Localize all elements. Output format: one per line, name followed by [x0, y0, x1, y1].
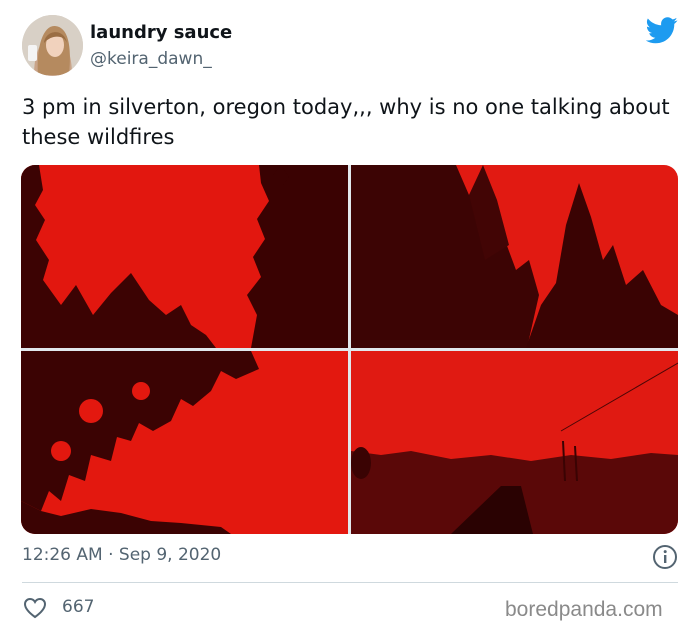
avatar-image	[22, 15, 83, 76]
wildfire-photo-1[interactable]	[21, 165, 348, 348]
tweet-text: 3 pm in silverton, oregon today,,, why i…	[22, 95, 670, 149]
user-handle[interactable]: @keira_dawn_	[90, 49, 212, 69]
source-watermark: boredpanda.com	[505, 598, 663, 621]
display-name[interactable]: laundry sauce	[90, 22, 232, 43]
divider	[22, 582, 678, 583]
avatar[interactable]	[22, 15, 83, 76]
info-icon[interactable]	[652, 544, 678, 570]
heart-icon[interactable]	[23, 597, 47, 619]
like-count[interactable]: 667	[62, 597, 94, 617]
wildfire-photo-3[interactable]	[21, 351, 348, 534]
wildfire-photo-4[interactable]	[351, 351, 678, 534]
twitter-bird-icon[interactable]	[646, 17, 678, 44]
wildfire-photo-2[interactable]	[351, 165, 678, 348]
tweet-media-grid	[21, 165, 678, 534]
tweet-timestamp[interactable]: 12:26 AM · Sep 9, 2020	[22, 545, 221, 565]
